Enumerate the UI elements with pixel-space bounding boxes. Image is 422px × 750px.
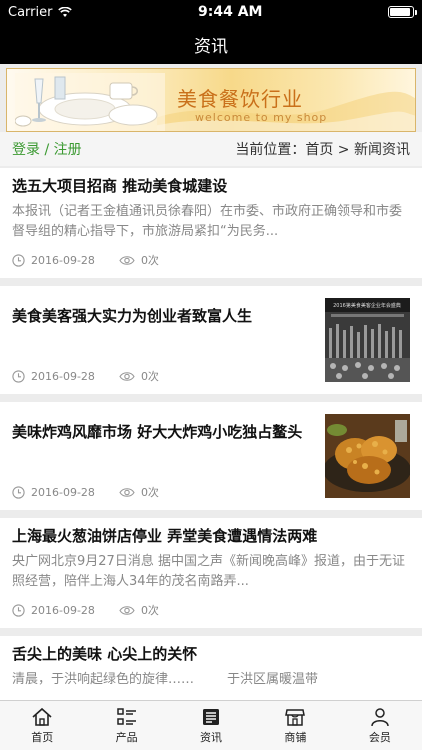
eye-icon <box>119 255 135 266</box>
news-date: 2016-09-28 <box>31 369 95 383</box>
news-title: 美味炸鸡风靡市场 好大大炸鸡小吃独占鳌头 <box>12 423 303 441</box>
news-item[interactable]: 上海最火葱油饼店停业 弄堂美食遭遇情法两难 央广网北京9月27日消息 据中国之声… <box>0 518 422 628</box>
news-title: 上海最火葱油饼店停业 弄堂美食遭遇情法两难 <box>12 527 318 545</box>
eye-icon <box>119 605 135 616</box>
tab-news[interactable]: 资讯 <box>169 701 253 750</box>
status-time: 9:44 AM <box>198 4 263 20</box>
news-views: 0次 <box>140 254 159 267</box>
eye-icon <box>119 487 135 498</box>
carrier-label: Carrier <box>8 4 53 20</box>
news-icon <box>203 708 220 725</box>
news-title: 选五大项目招商 推动美食城建设 <box>12 177 228 195</box>
news-meta: 2016-09-28 0次 <box>12 368 159 384</box>
tab-bar: 首页 产品 资讯 商铺 会员 <box>0 700 422 750</box>
news-meta: 2016-09-28 0次 <box>12 484 159 500</box>
tab-label: 产品 <box>115 730 138 744</box>
tab-products[interactable]: 产品 <box>84 701 168 750</box>
tab-label: 首页 <box>31 730 54 744</box>
news-item[interactable]: 美味炸鸡风靡市场 好大大炸鸡小吃独占鳌头 2016-09-28 0次 <box>0 402 422 510</box>
wifi-icon <box>58 6 73 18</box>
thumbnail-caption: 2016第美食美客企业年会盛典 <box>333 302 401 309</box>
clock-icon <box>12 253 25 267</box>
news-summary: 清晨，于洪响起绿色的旋律…… 于洪区属暖温带 <box>12 672 319 687</box>
banquet-thumbnail: 2016第美食美客企业年会盛典 <box>325 298 410 382</box>
battery-icon <box>388 6 417 18</box>
tableware-image <box>15 73 165 131</box>
news-summary: 央广网北京9月27日消息 据中国之声《新闻晚高峰》报道，由于无证照经营，陪伴上海… <box>12 554 405 589</box>
news-views: 0次 <box>140 604 159 617</box>
status-bar: Carrier 9:44 AM <box>0 0 422 24</box>
banner-subtitle: welcome to my shop <box>195 111 328 124</box>
news-summary: 本报讯（记者王金植通讯员徐春阳）在市委、市政府正确领导和市委督导组的精心指导下，… <box>12 204 403 239</box>
news-title: 美食美客强大实力为创业者致富人生 <box>12 307 253 325</box>
tab-label: 会员 <box>368 730 391 744</box>
clock-icon <box>12 603 25 617</box>
tab-label: 资讯 <box>200 730 223 744</box>
banner-title: 美食餐饮行业 <box>177 87 303 111</box>
page-title: 资讯 <box>194 36 228 57</box>
home-icon <box>32 707 52 726</box>
tab-member[interactable]: 会员 <box>338 701 422 750</box>
clock-icon <box>12 485 25 499</box>
news-date: 2016-09-28 <box>31 603 95 617</box>
clock-icon <box>12 369 25 383</box>
news-views: 0次 <box>140 370 159 383</box>
news-date: 2016-09-28 <box>31 485 95 499</box>
news-date: 2016-09-28 <box>31 253 95 267</box>
tab-store[interactable]: 商铺 <box>253 701 337 750</box>
user-icon <box>371 707 389 726</box>
news-title: 舌尖上的美味 心尖上的关怀 <box>12 645 198 663</box>
list-icon <box>116 707 136 725</box>
news-item[interactable]: 美食美客强大实力为创业者致富人生 2016-09-28 0次 2016第美食美客… <box>0 286 422 394</box>
banner[interactable]: 美食餐饮行业 welcome to my shop <box>6 68 416 132</box>
tab-label: 商铺 <box>284 730 307 744</box>
store-icon <box>285 708 306 726</box>
location-bar: 登录 / 注册 当前位置：首页 > 新闻资讯 <box>0 132 422 166</box>
news-item[interactable]: 选五大项目招商 推动美食城建设 本报讯（记者王金植通讯员徐春阳）在市委、市政府正… <box>0 168 422 278</box>
news-views: 0次 <box>140 486 159 499</box>
tab-home[interactable]: 首页 <box>0 701 84 750</box>
nav-bar: 资讯 <box>0 24 422 64</box>
fried-chicken-thumbnail <box>325 414 410 498</box>
breadcrumb: 当前位置：首页 > 新闻资讯 <box>235 142 410 158</box>
news-meta: 2016-09-28 0次 <box>12 252 410 268</box>
eye-icon <box>119 371 135 382</box>
login-register-link[interactable]: 登录 / 注册 <box>12 139 82 159</box>
news-meta: 2016-09-28 0次 <box>12 602 410 618</box>
